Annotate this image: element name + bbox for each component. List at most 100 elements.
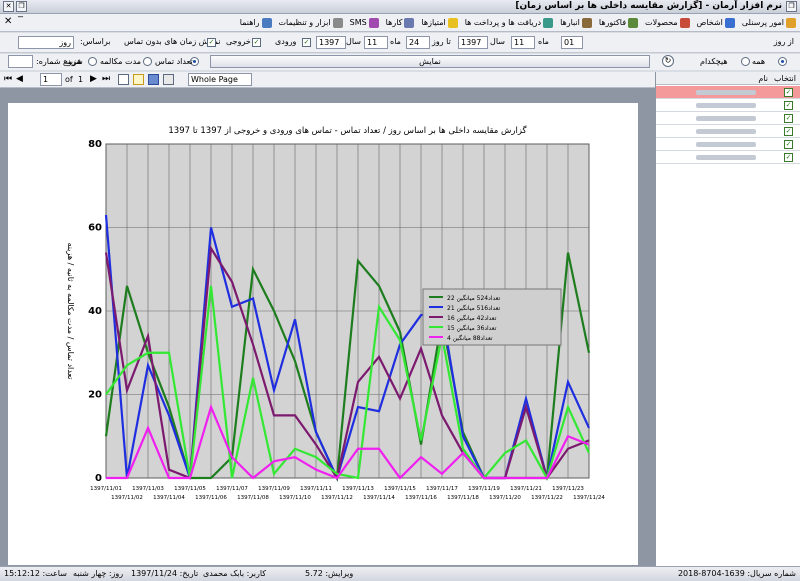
no-contact-checkbox[interactable]: ✓: [207, 38, 216, 47]
menu-item-help[interactable]: راهنما: [240, 17, 272, 28]
none-radio[interactable]: [741, 57, 750, 66]
title-bar: نرم افزار آرمان - [گزارش مقایسه داخلی ها…: [0, 0, 800, 14]
name-cell: [696, 142, 756, 147]
grid-row[interactable]: ✓: [656, 99, 800, 112]
next-page-icon[interactable]: ▶: [90, 74, 97, 84]
name-grid: انتخاب نام ✓ ✓ ✓ ✓ ✓ ✓: [655, 72, 800, 566]
show-button[interactable]: نمایش: [210, 55, 650, 68]
from-year-label: سال: [490, 37, 505, 46]
duration-label: مدت مکالمه: [100, 57, 142, 66]
zoom-select[interactable]: Whole Page: [188, 73, 252, 86]
menu-item-points[interactable]: امتیازها: [421, 17, 458, 28]
average-radio[interactable]: [88, 57, 97, 66]
grid-row[interactable]: ✓: [656, 112, 800, 125]
name-cell: [696, 103, 756, 108]
x-tick-label: 1397/11/10: [279, 495, 311, 501]
legend-entry: تعداد36 میانگین 15: [447, 324, 497, 332]
close-icon[interactable]: ✕: [3, 1, 14, 12]
minimize-child-icon[interactable]: ‾: [18, 16, 23, 27]
row-checkbox[interactable]: ✓: [784, 127, 793, 136]
name-cell: [696, 155, 756, 160]
all-radio[interactable]: [778, 57, 787, 66]
app-restore-icon[interactable]: ❐: [786, 1, 797, 12]
x-tick-label: 1397/11/14: [363, 495, 395, 501]
incoming-label: ورودی: [275, 37, 297, 46]
menu-item-sms[interactable]: SMS: [350, 17, 379, 28]
incoming-checkbox[interactable]: ✓: [302, 38, 311, 47]
duration-radio[interactable]: [143, 57, 152, 66]
menu-item-tasks[interactable]: کارها: [386, 17, 415, 28]
menu-item-personnel[interactable]: امور پرسنلی: [742, 17, 796, 28]
row-checkbox[interactable]: ✓: [784, 114, 793, 123]
chart-title: گزارش مقایسه داخلی ها بر اساس روز / تعدا…: [168, 125, 527, 136]
grid-row[interactable]: ✓: [656, 138, 800, 151]
from-day-field[interactable]: 01: [561, 36, 583, 49]
grid-header: انتخاب نام: [656, 72, 800, 85]
save-icon[interactable]: [148, 74, 159, 85]
row-checkbox[interactable]: ✓: [784, 153, 793, 162]
basis-select[interactable]: روز: [18, 36, 74, 49]
refresh-icon[interactable]: ↻: [662, 55, 674, 67]
x-tick-label: 1397/11/07: [216, 486, 248, 492]
legend-entry: تعداد516 میانگین 21: [447, 304, 501, 312]
none-label: هیچکدام: [700, 57, 728, 66]
x-tick-label: 1397/11/22: [531, 495, 563, 501]
prev-page-icon[interactable]: ◀: [16, 74, 23, 84]
x-tick-label: 1397/11/03: [132, 486, 164, 492]
start-number-label: شروع شماره:: [36, 57, 83, 66]
export-icon[interactable]: [163, 74, 174, 85]
to-year-label: سال: [346, 37, 361, 46]
star-icon: [447, 17, 458, 28]
first-page-icon[interactable]: ⏮: [4, 74, 12, 84]
menu-item-people[interactable]: اشخاص: [697, 17, 735, 28]
to-day-field[interactable]: 24: [406, 36, 430, 49]
menu-item-products[interactable]: محصولات: [645, 17, 690, 28]
sms-icon: [368, 17, 379, 28]
grid-row[interactable]: ✓: [656, 151, 800, 164]
grid-row[interactable]: ✓: [656, 86, 800, 99]
user: کاربر: بابک محمدی: [203, 569, 267, 578]
menu-item-payments[interactable]: دریافت ها و پرداخت ها: [465, 17, 554, 28]
report-toolbar: ⏮ ◀ 1 of 1 ▶ ⏭ Whole Page: [0, 72, 655, 88]
from-day-label: از روز: [773, 37, 794, 46]
page-layout-icon[interactable]: [133, 74, 144, 85]
basis-label: براساس:: [80, 37, 111, 46]
total-pages: 1: [78, 75, 84, 84]
x-tick-label: 1397/11/09: [258, 486, 290, 492]
grid-row[interactable]: ✓: [656, 125, 800, 138]
day: روز: چهار شنبه: [73, 569, 124, 578]
from-month-field[interactable]: 11: [511, 36, 535, 49]
menu-item-warehouses[interactable]: انبارها: [560, 17, 592, 28]
restore-icon[interactable]: ❐: [16, 1, 27, 12]
row-checkbox[interactable]: ✓: [784, 140, 793, 149]
start-number-field[interactable]: [8, 55, 33, 68]
page-number-field[interactable]: 1: [40, 73, 62, 86]
print-icon[interactable]: [118, 74, 129, 85]
col-select-header[interactable]: انتخاب: [774, 74, 796, 83]
close-child-icon[interactable]: ✕: [4, 16, 12, 27]
x-tick-label: 1397/11/16: [405, 495, 437, 501]
row-checkbox[interactable]: ✓: [784, 101, 793, 110]
x-tick-label: 1397/11/02: [111, 495, 143, 501]
menu-item-tools[interactable]: ابزار و تنظیمات: [279, 17, 343, 28]
x-tick-label: 1397/11/19: [468, 486, 500, 492]
from-year-field[interactable]: 1397: [458, 36, 488, 49]
last-page-icon[interactable]: ⏭: [102, 74, 110, 84]
name-cell: [696, 129, 756, 134]
x-tick-label: 1397/11/04: [153, 495, 185, 501]
outgoing-checkbox[interactable]: ✓: [252, 38, 261, 47]
x-tick-label: 1397/11/08: [237, 495, 269, 501]
to-month-field[interactable]: 11: [364, 36, 388, 49]
x-tick-label: 1397/11/20: [489, 495, 521, 501]
row-checkbox[interactable]: ✓: [784, 88, 793, 97]
to-year-field[interactable]: 1397: [316, 36, 346, 49]
name-cell: [696, 116, 756, 121]
col-name-header[interactable]: نام: [758, 74, 768, 83]
x-tick-label: 1397/11/05: [174, 486, 206, 492]
main-menu: امور پرسنلی اشخاص محصولات فاکتورها انبار…: [240, 16, 796, 29]
y-tick-label: 60: [88, 223, 102, 234]
personnel-icon: [786, 17, 796, 28]
tasks-icon: [404, 17, 415, 28]
menu-item-invoices[interactable]: فاکتورها: [599, 17, 639, 28]
x-tick-label: 1397/11/06: [195, 495, 227, 501]
